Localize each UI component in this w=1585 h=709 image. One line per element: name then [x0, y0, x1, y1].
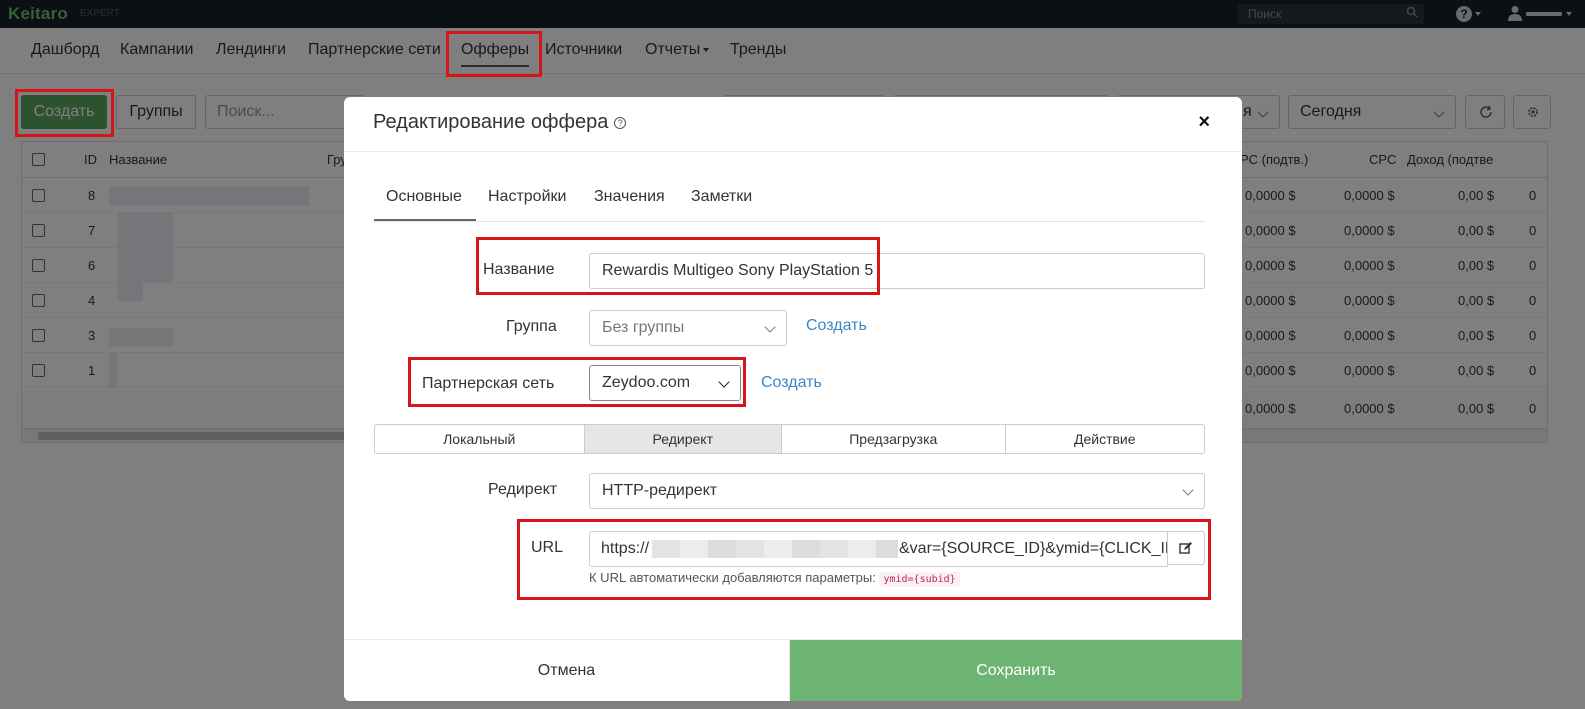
- close-icon[interactable]: ×: [1198, 111, 1210, 134]
- tab-settings[interactable]: Настройки: [488, 188, 566, 206]
- url-help-text: К URL автоматически добавляются параметр…: [589, 570, 960, 587]
- redirect-type-select[interactable]: HTTP-редирект: [589, 473, 1205, 509]
- edit-offer-modal: Редактирование оффера? × Основные Настро…: [344, 97, 1242, 701]
- type-option-action[interactable]: Действие: [1006, 425, 1205, 453]
- offer-name-input[interactable]: Rewardis Multigeo Sony PlayStation 5: [589, 253, 1205, 289]
- url-suffix: &var={SOURCE_ID}&ymid={CLICK_ID}: [899, 540, 1168, 557]
- type-option-local[interactable]: Локальный: [375, 425, 585, 453]
- offer-type-segmented: Локальный Редирект Предзагрузка Действие: [374, 424, 1205, 454]
- modal-tabs: Основные Настройки Значения Заметки: [374, 177, 1205, 222]
- url-redacted: [652, 540, 898, 558]
- url-help-code: ymid={subid}: [879, 572, 960, 587]
- modal-footer: Отмена Сохранить: [344, 639, 1242, 701]
- cancel-button[interactable]: Отмена: [344, 640, 790, 701]
- modal-title: Редактирование оффера?: [373, 111, 627, 134]
- save-button[interactable]: Сохранить: [790, 640, 1242, 701]
- network-label: Партнерская сеть: [422, 375, 555, 392]
- group-select-value: Без группы: [602, 319, 685, 336]
- redirect-select-value: HTTP-редирект: [602, 482, 718, 499]
- type-option-redirect[interactable]: Редирект: [584, 425, 783, 453]
- chevron-down-icon: [1182, 484, 1194, 496]
- group-select[interactable]: Без группы: [589, 310, 787, 346]
- offer-url-input[interactable]: https:// &var={SOURCE_ID}&ymid={CLICK_ID…: [589, 531, 1168, 567]
- group-label: Группа: [506, 318, 557, 335]
- chevron-down-icon: [764, 321, 776, 333]
- modal-title-text: Редактирование оффера: [373, 111, 609, 133]
- name-label: Название: [483, 261, 555, 278]
- edit-icon: [1179, 542, 1192, 554]
- url-help-message: К URL автоматически добавляются параметр…: [589, 570, 876, 585]
- tab-values[interactable]: Значения: [594, 188, 665, 206]
- chevron-down-icon: [718, 376, 730, 388]
- tab-notes[interactable]: Заметки: [691, 188, 752, 206]
- url-label: URL: [531, 539, 564, 556]
- create-network-link[interactable]: Создать: [761, 374, 822, 392]
- network-select-value: Zeydoo.com: [602, 374, 691, 391]
- url-edit-button[interactable]: [1167, 531, 1205, 565]
- tab-basic[interactable]: Основные: [386, 188, 462, 206]
- modal-header-divider: [344, 151, 1242, 152]
- affiliate-network-select[interactable]: Zeydoo.com: [589, 365, 741, 401]
- redirect-label: Редирект: [488, 481, 558, 498]
- url-prefix: https://: [601, 540, 650, 557]
- create-group-link[interactable]: Создать: [806, 317, 867, 335]
- info-icon[interactable]: ?: [614, 116, 627, 129]
- type-option-preload[interactable]: Предзагрузка: [782, 425, 1006, 453]
- active-tab-indicator: [374, 219, 476, 221]
